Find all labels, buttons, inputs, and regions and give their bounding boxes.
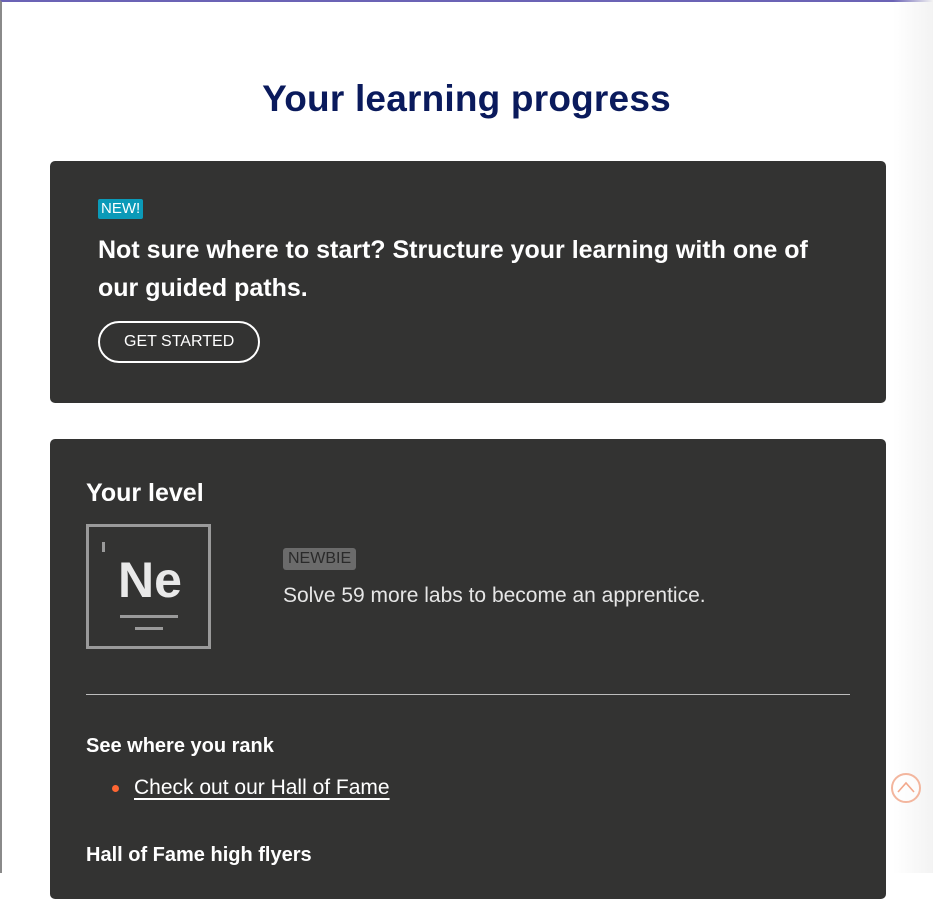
new-badge: NEW! [98,199,144,219]
your-level-heading: Your level [86,479,204,507]
element-symbol: Ne [118,552,182,608]
chevron-up-icon [897,781,915,793]
get-started-button[interactable]: GET STARTED [98,321,261,363]
guided-paths-card: NEW! Not sure where to start? Structure … [50,161,886,403]
level-description: Solve 59 more labs to become an apprenti… [283,584,706,607]
scrollbar-track [893,0,933,873]
level-row: Ne NEWBIE Solve 59 more labs to become a… [86,524,850,649]
list-item: Check out our Hall of Fame [86,776,850,800]
element-underline [120,615,178,618]
guided-paths-heading: Not sure where to start? Structure your … [98,236,808,302]
level-info: NEWBIE Solve 59 more labs to become an a… [283,548,706,608]
level-element-icon: Ne [86,524,211,649]
element-underline-short [135,627,163,630]
hall-of-fame-link[interactable]: Check out our Hall of Fame [134,776,390,799]
rank-heading: See where you rank [86,735,274,757]
level-badge: NEWBIE [283,548,357,570]
high-flyers-heading: Hall of Fame high flyers [86,844,312,866]
divider [86,694,850,695]
rank-list: Check out our Hall of Fame [86,776,850,800]
page-title: Your learning progress [262,78,671,119]
bullet-icon [112,785,119,792]
scroll-to-top-button[interactable] [891,773,921,803]
your-level-card: Your level Ne NEWBIE Solve 59 more labs … [50,439,886,899]
